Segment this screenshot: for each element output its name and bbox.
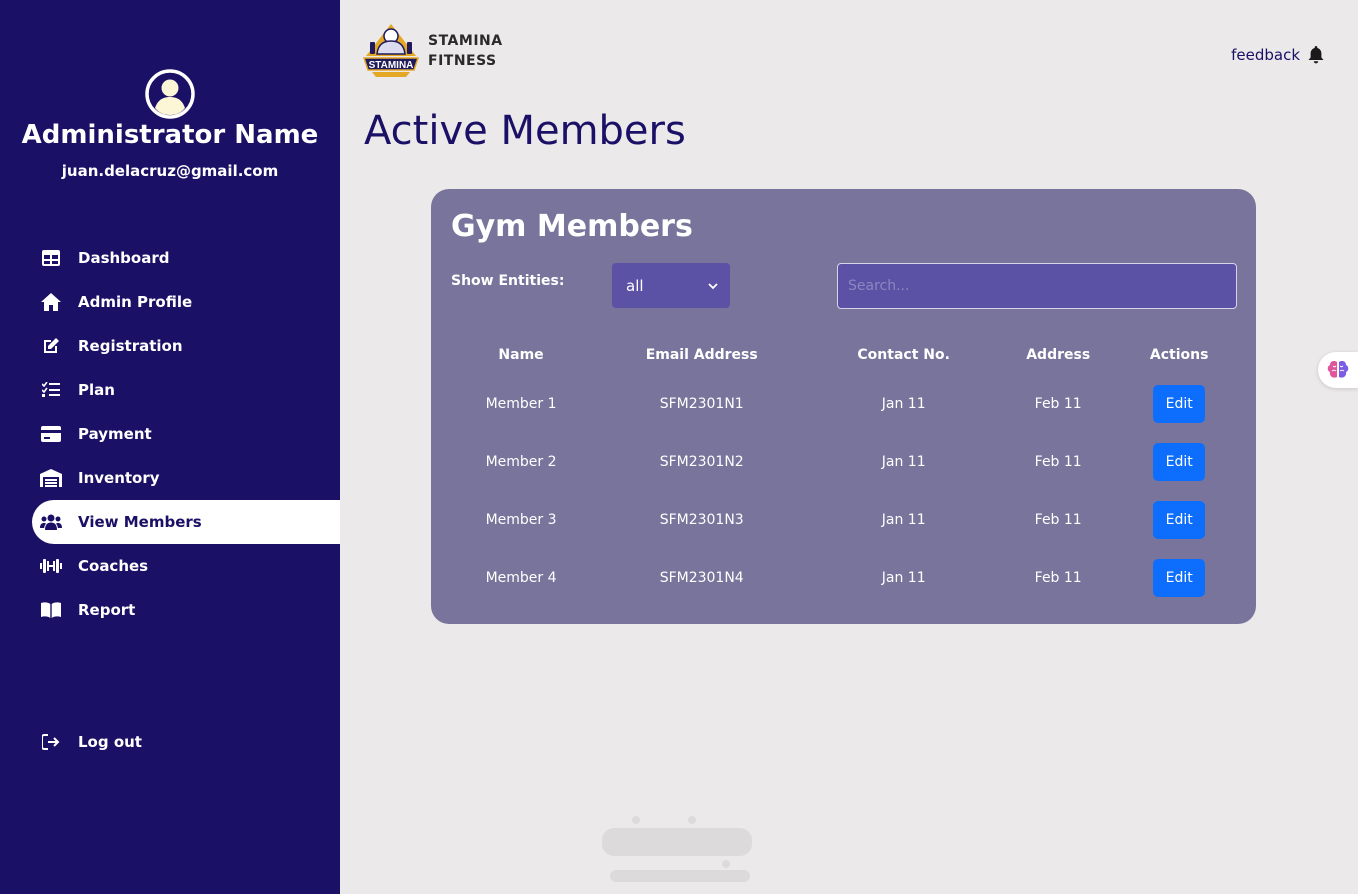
members-card: Gym Members Show Entities: all Name Emai… [431, 189, 1256, 624]
column-header-contact: Contact No. [857, 347, 950, 363]
sidebar-item-admin-profile[interactable]: Admin Profile [32, 280, 340, 324]
sidebar-item-label: Payment [78, 425, 152, 443]
table-header-row: Name Email Address Contact No. Address A… [451, 335, 1237, 375]
logo-text: STAMINA [369, 60, 414, 71]
page-title: Active Members [364, 108, 686, 154]
sidebar-item-dashboard[interactable]: Dashboard [32, 236, 340, 280]
column-header-actions: Actions [1149, 347, 1209, 363]
cell-contact: Jan 11 [881, 396, 926, 412]
select-value: all [626, 276, 644, 295]
sidebar-item-label: View Members [78, 513, 202, 531]
cell-name: Member 1 [485, 396, 557, 412]
table-row: Member 2 SFM2301N2 Jan 11 Feb 11 Edit [451, 433, 1237, 491]
sidebar-item-label: Plan [78, 381, 115, 399]
sidebar-item-registration[interactable]: Registration [32, 324, 340, 368]
credit-card-icon [40, 423, 62, 445]
logout-label: Log out [78, 733, 142, 751]
bell-icon[interactable] [1308, 46, 1324, 64]
cell-name: Member 3 [485, 512, 557, 528]
cell-address: Feb 11 [1034, 454, 1082, 470]
home-icon [40, 291, 62, 313]
chevron-down-icon [708, 282, 718, 289]
stamina-logo: STAMINA [362, 24, 420, 77]
sidebar-item-label: Admin Profile [78, 293, 193, 311]
dumbbell-icon [40, 555, 62, 577]
sidebar-item-view-members[interactable]: View Members [32, 500, 340, 544]
brand-line2: FITNESS [428, 53, 497, 69]
cell-actions: Edit [1121, 433, 1237, 491]
members-table: Name Email Address Contact No. Address A… [451, 335, 1237, 607]
feedback-label: feedback [1231, 46, 1300, 64]
sidebar-item-label: Report [78, 601, 136, 619]
cell-address: Feb 11 [1034, 512, 1082, 528]
sidebar-item-label: Dashboard [78, 249, 170, 267]
edit-button[interactable]: Edit [1153, 385, 1206, 423]
column-header-name: Name [498, 347, 544, 363]
logout-button[interactable]: Log out [32, 720, 340, 764]
brand-name: STAMINA FITNESS [428, 31, 503, 71]
users-icon [40, 511, 62, 533]
cell-name: Member 2 [485, 454, 557, 470]
admin-name: Administrator Name [21, 120, 319, 150]
sidebar-item-plan[interactable]: Plan [32, 368, 340, 412]
cell-address: Feb 11 [1034, 396, 1082, 412]
brain-extension-button[interactable] [1318, 352, 1358, 388]
sidebar-item-inventory[interactable]: Inventory [32, 456, 340, 500]
show-entities-select[interactable]: all [612, 263, 730, 308]
cell-contact: Jan 11 [881, 454, 926, 470]
watermark-logo [602, 816, 752, 882]
list-check-icon [40, 379, 62, 401]
edit-button[interactable]: Edit [1153, 443, 1206, 481]
sidebar: Administrator Name juan.delacruz@gmail.c… [0, 0, 340, 894]
table-row: Member 1 SFM2301N1 Jan 11 Feb 11 Edit [451, 375, 1237, 433]
brand-line1: STAMINA [428, 33, 503, 49]
edit-icon [40, 335, 62, 357]
user-avatar-icon [145, 69, 195, 119]
search-input[interactable] [837, 263, 1237, 309]
cell-address: Feb 11 [1034, 570, 1082, 586]
brain-icon [1327, 361, 1349, 378]
edit-button[interactable]: Edit [1153, 559, 1206, 597]
sidebar-item-label: Inventory [78, 469, 160, 487]
card-title: Gym Members [451, 209, 693, 244]
column-header-email: Email Address [645, 347, 758, 363]
cell-contact: Jan 11 [881, 570, 926, 586]
cell-actions: Edit [1121, 491, 1237, 549]
sidebar-item-coaches[interactable]: Coaches [32, 544, 340, 588]
table-icon [40, 247, 62, 269]
sidebar-item-label: Coaches [78, 557, 149, 575]
sidebar-item-label: Registration [78, 337, 183, 355]
cell-actions: Edit [1121, 375, 1237, 433]
show-entities-label: Show Entities: [451, 273, 565, 289]
feedback-link[interactable]: feedback [1231, 46, 1324, 64]
cell-name: Member 4 [485, 570, 557, 586]
admin-email: juan.delacruz@gmail.com [61, 162, 279, 180]
cell-email: SFM2301N4 [659, 570, 744, 586]
sidebar-item-report[interactable]: Report [32, 588, 340, 632]
book-icon [40, 599, 62, 621]
table-row: Member 4 SFM2301N4 Jan 11 Feb 11 Edit [451, 549, 1237, 607]
warehouse-icon [40, 467, 62, 489]
cell-email: SFM2301N2 [659, 454, 744, 470]
cell-email: SFM2301N3 [659, 512, 744, 528]
cell-contact: Jan 11 [881, 512, 926, 528]
cell-actions: Edit [1121, 549, 1237, 607]
table-row: Member 3 SFM2301N3 Jan 11 Feb 11 Edit [451, 491, 1237, 549]
column-header-address: Address [1026, 347, 1091, 363]
sidebar-item-payment[interactable]: Payment [32, 412, 340, 456]
edit-button[interactable]: Edit [1153, 501, 1206, 539]
sign-out-icon [40, 731, 62, 753]
cell-email: SFM2301N1 [659, 396, 744, 412]
brand: STAMINA STAMINA FITNESS [362, 20, 503, 82]
